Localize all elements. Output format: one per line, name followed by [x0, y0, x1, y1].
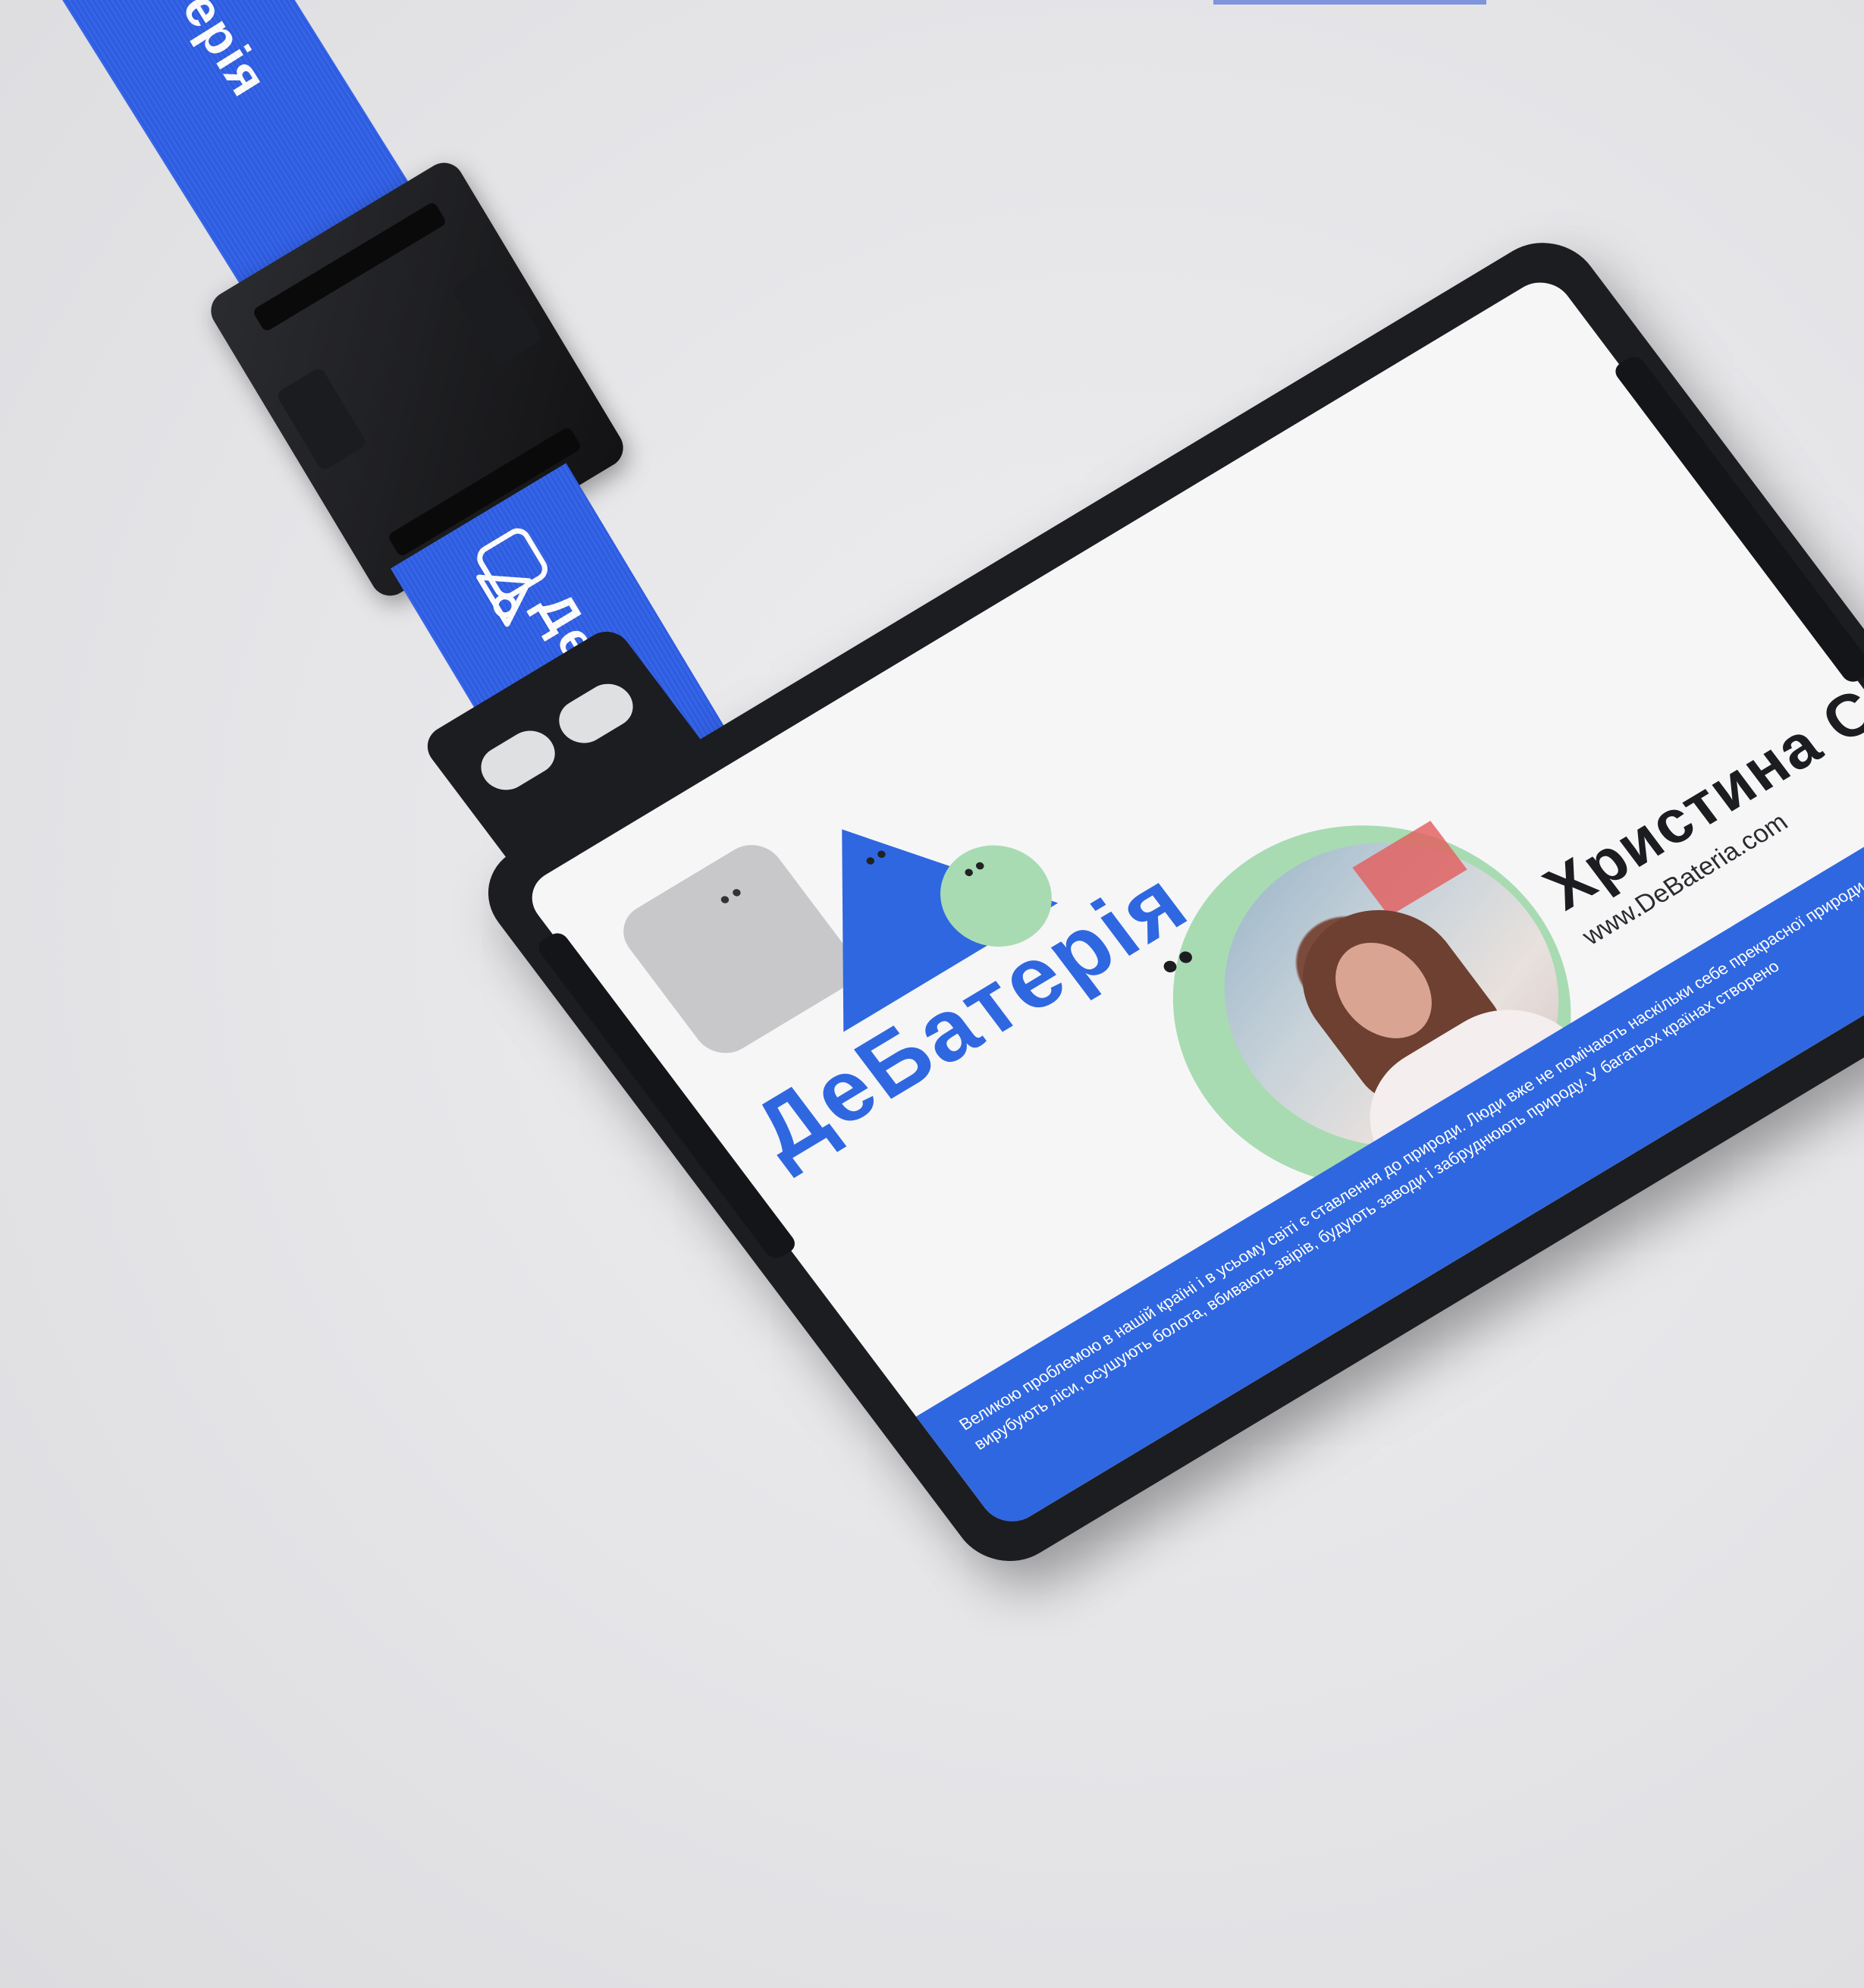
- battery-logo-icon: [476, 528, 548, 627]
- holder-slot-hole: [549, 675, 642, 752]
- top-edge-strip: [1213, 0, 1486, 5]
- scene: ДеБатерія ДеБатерія: [0, 0, 1864, 1988]
- holder-slot-hole: [472, 722, 565, 799]
